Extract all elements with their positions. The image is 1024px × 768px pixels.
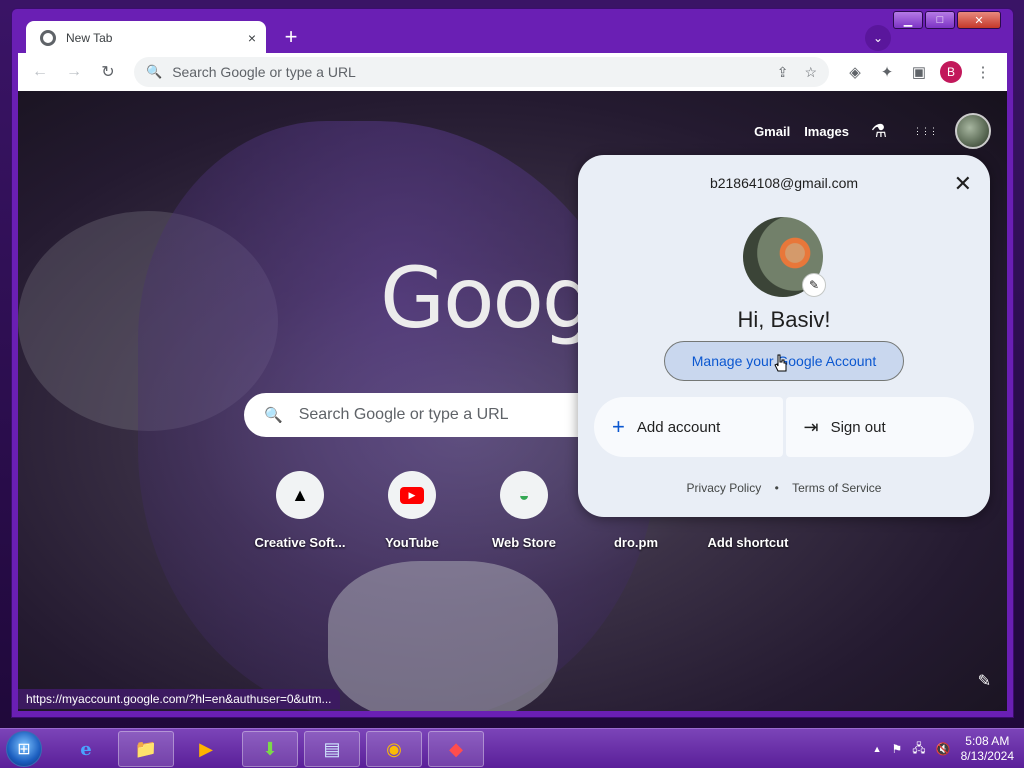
close-icon[interactable]: ✕ — [954, 171, 972, 197]
bookmark-star-icon[interactable]: ☆ — [804, 64, 817, 81]
plus-icon: + — [612, 414, 625, 439]
footer-separator: • — [774, 481, 779, 495]
search-icon: 🔍 — [264, 407, 283, 424]
profile-avatar: B — [940, 61, 962, 83]
sign-out-button[interactable]: ⇥ Sign out — [785, 397, 974, 457]
labs-flask-icon[interactable]: ⚗ — [863, 115, 895, 147]
side-panel-icon[interactable]: ▣ — [904, 58, 934, 86]
shortcut-youtube[interactable]: ▶ YouTube — [356, 471, 468, 550]
ntp-search-placeholder: Search Google or type a URL — [298, 406, 509, 423]
new-tab-button[interactable]: + — [278, 25, 304, 51]
reload-button[interactable]: ↻ — [94, 58, 122, 86]
gmail-link[interactable]: Gmail — [754, 124, 790, 139]
extension-globe-icon[interactable]: ◈ — [840, 58, 870, 86]
taskbar-anydesk-icon[interactable]: ◆ — [428, 731, 484, 767]
profile-button[interactable]: B — [936, 58, 966, 86]
action-center-flag-icon[interactable]: ⚑ — [892, 742, 903, 756]
shortcut-web-store[interactable]: ◒ Web Store — [468, 471, 580, 550]
edit-photo-pencil-icon[interactable]: ✎ — [802, 273, 826, 297]
extensions-puzzle-icon[interactable]: ✦ — [872, 58, 902, 86]
sign-out-label: Sign out — [830, 418, 886, 436]
back-button[interactable]: ← — [26, 58, 54, 86]
shortcut-label: YouTube — [385, 535, 439, 550]
omnibox-placeholder: Search Google or type a URL — [172, 64, 356, 80]
clock-time: 5:08 AM — [965, 734, 1010, 748]
background-hand — [328, 561, 558, 711]
creative-cloud-icon: ▲ — [276, 471, 324, 519]
hand-cursor-icon — [774, 354, 787, 372]
browser-toolbar: ← → ↻ 🔍 Search Google or type a URL ⇪ ☆ … — [18, 53, 1007, 91]
popup-footer: Privacy Policy • Terms of Service — [578, 481, 990, 495]
taskbar-window-app-icon[interactable]: ▤ — [304, 731, 360, 767]
tab-new-tab[interactable]: New Tab × — [26, 21, 266, 55]
taskbar-explorer-icon[interactable]: 📁 — [118, 731, 174, 767]
status-bar-url: https://myaccount.google.com/?hl=en&auth… — [18, 689, 340, 709]
shortcut-label: Web Store — [491, 535, 557, 550]
volume-muted-icon[interactable]: 🔇 — [936, 742, 951, 756]
start-button[interactable]: ⊞ — [6, 731, 42, 767]
shortcut-label: Creative Soft... — [254, 535, 346, 550]
ntp-search-box[interactable]: 🔍 Search Google or type a URL — [244, 393, 614, 437]
search-icon: 🔍 — [146, 64, 163, 79]
forward-button[interactable]: → — [60, 58, 88, 86]
taskbar-ie-icon[interactable]: e — [58, 731, 114, 767]
taskbar-download-manager-icon[interactable]: ⬇ — [242, 731, 298, 767]
add-account-button[interactable]: + Add account — [594, 397, 783, 457]
customize-pencil-icon[interactable]: ✎ — [978, 671, 991, 691]
tab-title: New Tab — [66, 31, 113, 45]
omnibox[interactable]: 🔍 Search Google or type a URL ⇪ ☆ — [134, 57, 829, 87]
clock-date: 8/13/2024 — [960, 749, 1014, 763]
google-apps-grid-icon[interactable]: ⋮⋮⋮ — [909, 115, 941, 147]
account-popup: b21864108@gmail.com ✕ ✎ Hi, Basiv! Manag… — [578, 155, 990, 517]
sign-out-icon: ⇥ — [803, 416, 819, 437]
taskbar-media-player-icon[interactable]: ▶ — [178, 731, 234, 767]
system-tray: ▲ ⚑ 🖧 🔇 5:08 AM 8/13/2024 — [873, 729, 1014, 768]
shortcut-label: dro.pm — [613, 535, 659, 550]
google-logo: Goog — [380, 249, 595, 347]
share-icon[interactable]: ⇪ — [777, 64, 789, 81]
terms-of-service-link[interactable]: Terms of Service — [792, 481, 881, 495]
youtube-icon: ▶ — [388, 471, 436, 519]
tab-search-button[interactable]: ⌄ — [865, 25, 891, 51]
images-link[interactable]: Images — [804, 124, 849, 139]
account-actions: + Add account ⇥ Sign out — [594, 397, 974, 457]
taskbar-chrome-icon[interactable]: ◉ — [366, 731, 422, 767]
shortcut-creative-soft[interactable]: ▲ Creative Soft... — [244, 471, 356, 550]
tab-strip: New Tab × + ⌄ — [18, 19, 1007, 55]
account-email: b21864108@gmail.com — [709, 175, 859, 191]
web-store-icon: ◒ — [500, 471, 548, 519]
shortcut-label: Add shortcut — [707, 535, 789, 550]
ntp-account-avatar[interactable] — [955, 113, 991, 149]
account-greeting: Hi, Basiv! — [737, 307, 831, 332]
chrome-favicon-icon — [40, 30, 56, 46]
privacy-policy-link[interactable]: Privacy Policy — [687, 481, 762, 495]
chrome-menu-icon[interactable]: ⋮ — [968, 58, 998, 86]
show-hidden-icons-icon[interactable]: ▲ — [873, 744, 882, 754]
clock[interactable]: 5:08 AM 8/13/2024 — [961, 734, 1014, 764]
ntp-header-links: Gmail Images ⚗ ⋮⋮⋮ — [754, 113, 991, 149]
tab-close-icon[interactable]: × — [248, 30, 256, 46]
windows-taskbar: ⊞ e 📁 ▶ ⬇ ▤ ◉ ◆ ▲ ⚑ 🖧 🔇 5:08 AM 8/13/202… — [0, 728, 1024, 768]
network-icon[interactable]: 🖧 — [912, 739, 925, 760]
add-account-label: Add account — [636, 418, 721, 436]
